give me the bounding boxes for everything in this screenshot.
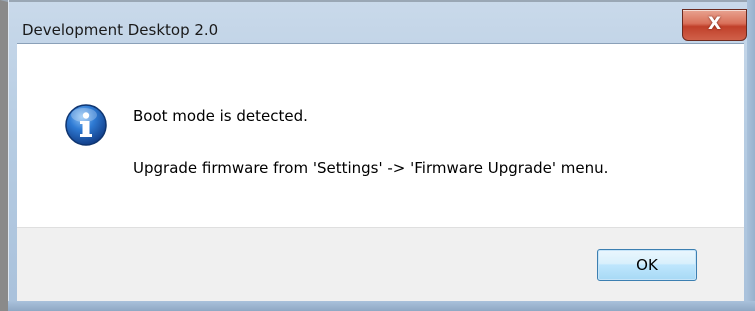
window-title: Development Desktop 2.0 (22, 21, 219, 39)
ok-button[interactable]: OK (597, 249, 697, 281)
window-border (8, 0, 9, 311)
info-icon (65, 104, 107, 146)
message-text-primary: Boot mode is detected. (133, 107, 308, 125)
message-area (17, 43, 744, 227)
close-button[interactable]: X (682, 9, 747, 41)
title-bar[interactable]: Development Desktop 2.0 (8, 2, 748, 40)
message-text-secondary: Upgrade firmware from 'Settings' -> 'Fir… (133, 159, 609, 177)
window-border-right (747, 0, 755, 311)
window-border-bottom (8, 301, 755, 311)
close-icon: X (707, 14, 722, 34)
